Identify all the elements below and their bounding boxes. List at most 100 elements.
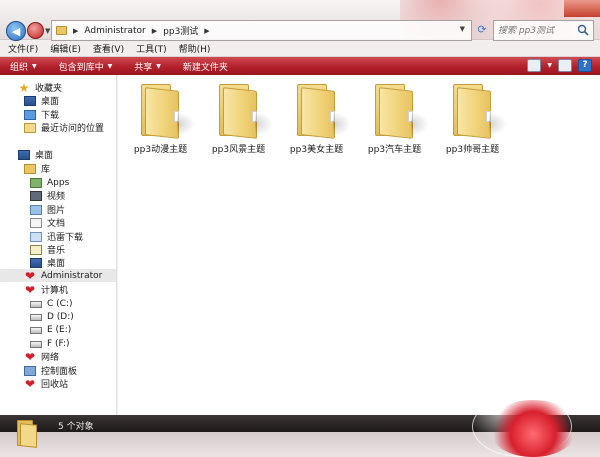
folder-label: pp3帅哥主题 [445,145,500,155]
folder-item[interactable]: pp3风景主题 [201,80,276,156]
sidebar-item-recent[interactable]: 最近访问的位置 [24,121,104,134]
desktop-icon [18,149,30,160]
drive-icon [30,341,42,348]
sidebar-item-drive-d[interactable]: D (D:) [30,310,74,323]
sidebar-item-pictures[interactable]: 图片 [30,203,65,216]
sidebar-item-label: 下载 [41,111,60,121]
sidebar-item-label: 网络 [41,353,60,363]
sidebar-item-apps[interactable]: Apps [30,176,69,189]
chevron-right-icon[interactable]: ▶ [152,27,157,35]
menu-edit[interactable]: 编辑(E) [50,42,81,55]
sidebar-item-administrator[interactable]: ❤ Administrator [0,269,116,282]
share-button[interactable]: 共享 ▼ [134,60,161,73]
folder-label: pp3动漫主题 [133,145,188,155]
search-input[interactable] [498,25,578,36]
sidebar-item-recycle-bin[interactable]: ❤ 回收站 [24,377,69,391]
help-icon[interactable]: ? [578,59,592,72]
folder-label: pp3汽车主题 [367,145,422,155]
control-panel-icon [24,365,36,376]
menu-view[interactable]: 查看(V) [93,42,124,55]
sidebar-item-label: 收藏夹 [35,84,63,94]
sidebar-item-favorites[interactable]: ★ 收藏夹 [18,81,63,95]
user-heart-icon: ❤ [24,268,36,283]
new-folder-label: 新建文件夹 [182,62,228,73]
menu-help[interactable]: 帮助(H) [179,42,211,55]
sidebar-item-label: F (F:) [47,338,70,349]
download-icon [24,109,36,120]
sidebar-item-drive-f[interactable]: F (F:) [30,337,70,350]
folder-item[interactable]: pp3美女主题 [279,80,354,156]
sidebar-item-label: D (D:) [47,311,74,322]
sidebar-item-thunder[interactable]: 迅雷下载 [30,230,83,243]
menu-file[interactable]: 文件(F) [8,42,38,55]
folder-icon [219,80,273,140]
forward-button[interactable] [27,22,44,39]
sidebar-item-label: 迅雷下载 [47,233,84,243]
sidebar-item-label: 回收站 [41,380,69,390]
sidebar-item-label: 图片 [47,206,66,216]
breadcrumb-current[interactable]: pp3测试 [163,24,198,37]
chevron-down-icon[interactable]: ▼ [460,25,465,33]
sidebar-item-desktop-lib[interactable]: 桌面 [30,256,65,269]
sidebar-item-downloads[interactable]: 下载 [24,108,59,121]
sidebar-item-desktop[interactable]: 桌面 [24,94,59,107]
sidebar-item-music[interactable]: 音乐 [30,243,65,256]
sidebar-item-label: 控制面板 [41,367,78,377]
menu-tools[interactable]: 工具(T) [136,42,167,55]
chevron-right-icon[interactable]: ▶ [204,27,209,35]
address-bar[interactable]: ▶ Administrator ▶ pp3测试 ▶ ▼ [51,20,472,41]
folder-item[interactable]: pp3汽车主题 [357,80,432,156]
organize-button[interactable]: 组织 ▼ [10,60,37,73]
sidebar-item-documents[interactable]: 文档 [30,216,65,229]
sidebar-item-drive-e[interactable]: E (E:) [30,323,71,336]
refresh-icon: ⟳ [477,23,487,36]
preview-pane-icon[interactable] [558,59,572,72]
search-box[interactable] [493,20,594,41]
close-button[interactable] [564,0,600,17]
include-library-label: 包含到库中 [58,62,104,73]
new-folder-button[interactable]: 新建文件夹 [183,60,228,73]
sidebar-item-library[interactable]: 库 [24,162,50,175]
folder-item[interactable]: pp3帅哥主题 [435,80,510,156]
chevron-down-icon[interactable]: ▼ [547,62,552,69]
sidebar-item-label: 文档 [47,219,66,229]
search-icon[interactable] [577,24,589,36]
sidebar-item-videos[interactable]: 视频 [30,189,65,202]
folder-label: pp3美女主题 [289,145,344,155]
folder-icon [141,80,195,140]
sidebar-item-label: Administrator [41,270,103,281]
sidebar-item-network[interactable]: ❤ 网络 [24,349,60,364]
desktop-icon [24,95,36,106]
view-options-icon[interactable] [527,59,542,72]
sidebar-item-label: 音乐 [47,246,66,256]
folder-item[interactable]: pp3动漫主题 [123,80,198,156]
maximize-button[interactable] [538,0,564,17]
sidebar-item-label: 桌面 [35,151,54,161]
chevron-down-icon: ▼ [156,62,161,70]
refresh-button[interactable]: ⟳ [474,22,490,38]
back-button[interactable]: ◀ [6,21,26,41]
folder-icon [297,80,351,140]
breadcrumb-administrator[interactable]: Administrator [84,26,145,36]
menu-bar: 文件(F) 编辑(E) 查看(V) 工具(T) 帮助(H) [0,41,600,57]
chevron-down-icon: ▼ [107,62,113,70]
file-list: pp3动漫主题 pp3风景主题 pp3美女主题 pp3汽车主题 pp3帅哥主题 [118,75,600,415]
sidebar-item-computer[interactable]: ❤ 计算机 [24,282,68,297]
apps-icon [30,177,42,188]
sidebar-item-control-panel[interactable]: 控制面板 [24,364,77,377]
drive-icon [30,327,42,334]
sidebar-item-drive-c[interactable]: C (C:) [30,297,72,310]
network-heart-icon: ❤ [24,349,36,364]
recent-places-icon [24,122,36,133]
sidebar-item-label: Apps [47,177,70,188]
desktop-icon [30,257,42,268]
chevron-right-icon[interactable]: ▶ [73,27,78,35]
item-count: 5 个对象 [58,422,94,432]
folder-label: pp3风景主题 [211,145,266,155]
include-library-button[interactable]: 包含到库中 ▼ [59,60,113,73]
sidebar-item-desktop-root[interactable]: 桌面 [18,148,53,161]
minimize-button[interactable] [512,0,538,17]
heart-decoration [488,400,578,457]
history-dropdown-icon[interactable]: ▼ [45,27,50,35]
computer-heart-icon: ❤ [24,282,36,297]
